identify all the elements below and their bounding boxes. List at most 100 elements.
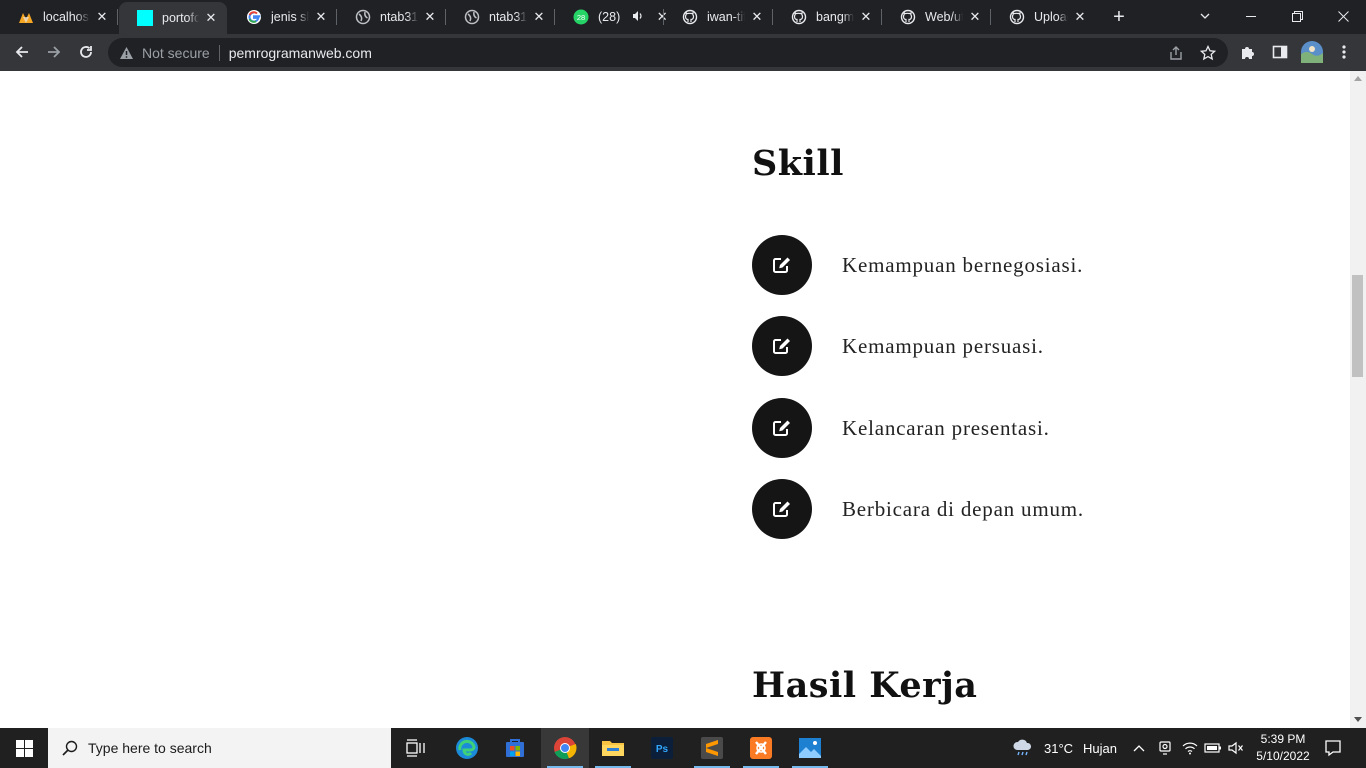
whatsapp-icon: 28	[573, 9, 589, 25]
windows-logo-icon	[15, 739, 33, 757]
share-icon[interactable]	[1168, 45, 1184, 61]
address-bar[interactable]: Not secure pemrogramanweb.com	[108, 38, 1228, 67]
tab-title: localhost	[43, 10, 90, 24]
file-explorer-icon[interactable]	[589, 728, 637, 768]
tab-jenis-skill[interactable]: jenis skill ✕	[228, 0, 337, 34]
weather-widget[interactable]: 31°C Hujan	[1012, 728, 1117, 768]
globe-icon	[464, 9, 480, 25]
notification-center-icon[interactable]	[1324, 728, 1342, 768]
skill-text: Kemampuan persuasi.	[842, 333, 1044, 358]
clock-time: 5:39 PM	[1260, 732, 1306, 746]
taskbar-clock[interactable]: 5:39 PM 5/10/2022	[1248, 731, 1318, 765]
edit-icon	[752, 316, 812, 376]
tab-bangma[interactable]: bangma ✕	[773, 0, 882, 34]
close-tab-icon[interactable]: ✕	[1072, 9, 1088, 25]
close-tab-icon[interactable]: ✕	[313, 9, 329, 25]
tab-title: iwan-tif	[707, 10, 745, 24]
tab-title: bangma	[816, 10, 854, 24]
meet-now-icon[interactable]	[1157, 728, 1173, 768]
extensions-puzzle-icon[interactable]	[1234, 38, 1262, 66]
tab-ntab31-1[interactable]: ntab31.m ✕	[337, 0, 446, 34]
edge-browser-icon[interactable]	[443, 728, 491, 768]
close-tab-icon[interactable]: ✕	[749, 9, 765, 25]
wifi-icon[interactable]	[1182, 728, 1198, 768]
close-tab-icon[interactable]: ✕	[422, 9, 438, 25]
search-placeholder: Type here to search	[88, 740, 212, 756]
start-button[interactable]	[0, 728, 48, 768]
security-label[interactable]: Not secure	[142, 45, 210, 61]
rain-cloud-icon	[1012, 738, 1034, 758]
tab-ntab31-2[interactable]: ntab31.m ✕	[446, 0, 555, 34]
clock-date: 5/10/2022	[1256, 749, 1310, 763]
windows-taskbar: Type here to search Ps 31°C Hujan 5:39 P…	[0, 728, 1366, 768]
sublime-text-icon[interactable]	[688, 728, 736, 768]
close-tab-icon[interactable]: ✕	[203, 10, 219, 26]
work-section-title: Hasil Kerja	[752, 665, 978, 706]
new-tab-button[interactable]: +	[1108, 6, 1130, 28]
taskbar-search-box[interactable]: Type here to search	[48, 728, 391, 768]
warning-icon[interactable]	[118, 45, 134, 61]
task-view-icon[interactable]	[392, 728, 440, 768]
close-tab-icon[interactable]: ✕	[94, 9, 110, 25]
close-tab-icon[interactable]: ✕	[858, 9, 874, 25]
xampp-icon	[18, 9, 34, 25]
tab-title: ntab31.m	[380, 10, 418, 24]
weather-condition: Hujan	[1083, 740, 1118, 756]
page-viewport: Skill Kemampuan bernegosiasi. Kemampuan …	[0, 71, 1350, 728]
edit-icon	[752, 479, 812, 539]
forward-button[interactable]	[40, 38, 68, 66]
photoshop-icon[interactable]: Ps	[638, 728, 686, 768]
scroll-down-arrow-icon[interactable]	[1354, 717, 1362, 722]
scrollbar-thumb[interactable]	[1352, 275, 1363, 377]
profile-avatar[interactable]	[1298, 38, 1326, 66]
cyan-square-icon	[137, 10, 153, 26]
back-button[interactable]	[8, 38, 36, 66]
tab-upload[interactable]: Upload ✕	[991, 0, 1096, 34]
audio-playing-icon[interactable]	[632, 10, 644, 25]
google-icon	[246, 9, 262, 25]
page-scrollbar[interactable]	[1350, 71, 1366, 728]
tab-iwan-tif[interactable]: iwan-tif ✕	[664, 0, 773, 34]
tab-title: portofolio	[162, 11, 199, 25]
tab-search-chevron-icon[interactable]	[1182, 0, 1228, 32]
skill-text: Berbicara di depan umum.	[842, 496, 1084, 521]
tab-portofolio[interactable]: portofolio ✕	[119, 2, 227, 34]
show-hidden-icons-chevron-icon[interactable]	[1132, 728, 1146, 768]
github-icon	[682, 9, 698, 25]
reload-button[interactable]	[72, 38, 100, 66]
tab-web-uta[interactable]: Web/uta ✕	[882, 0, 991, 34]
tab-localhost[interactable]: localhost ✕	[0, 0, 118, 34]
xampp-control-icon[interactable]	[737, 728, 785, 768]
github-icon	[791, 9, 807, 25]
close-tab-icon[interactable]: ✕	[531, 9, 547, 25]
scroll-up-arrow-icon[interactable]	[1354, 76, 1362, 81]
volume-muted-icon[interactable]	[1228, 728, 1244, 768]
edit-icon	[752, 398, 812, 458]
skill-text: Kemampuan bernegosiasi.	[842, 252, 1084, 277]
tab-whatsapp[interactable]: 28 (28) ✕	[555, 0, 668, 34]
minimize-button[interactable]	[1228, 0, 1274, 32]
close-window-button[interactable]	[1320, 0, 1366, 32]
side-panel-icon[interactable]	[1266, 38, 1294, 66]
menu-kebab-icon[interactable]	[1330, 38, 1358, 66]
github-icon	[1009, 9, 1025, 25]
chrome-taskbar-icon[interactable]	[541, 728, 589, 768]
bookmark-star-icon[interactable]	[1200, 44, 1216, 61]
photos-icon[interactable]	[786, 728, 834, 768]
edit-icon	[752, 235, 812, 295]
skill-item: Kelancaran presentasi.	[752, 398, 1050, 458]
skill-item: Kemampuan persuasi.	[752, 316, 1044, 376]
tab-title: Web/uta	[925, 10, 963, 24]
svg-text:Ps: Ps	[656, 744, 669, 755]
tab-title: jenis skill	[271, 10, 309, 24]
battery-icon[interactable]	[1204, 728, 1222, 768]
close-tab-icon[interactable]: ✕	[967, 9, 983, 25]
tab-title: Upload	[1034, 10, 1068, 24]
restore-button[interactable]	[1274, 0, 1320, 32]
svg-text:28: 28	[577, 13, 585, 22]
tab-title: ntab31.m	[489, 10, 527, 24]
url-text[interactable]: pemrogramanweb.com	[229, 45, 372, 61]
browser-toolbar: Not secure pemrogramanweb.com	[0, 34, 1366, 71]
microsoft-store-icon[interactable]	[491, 728, 539, 768]
github-icon	[900, 9, 916, 25]
